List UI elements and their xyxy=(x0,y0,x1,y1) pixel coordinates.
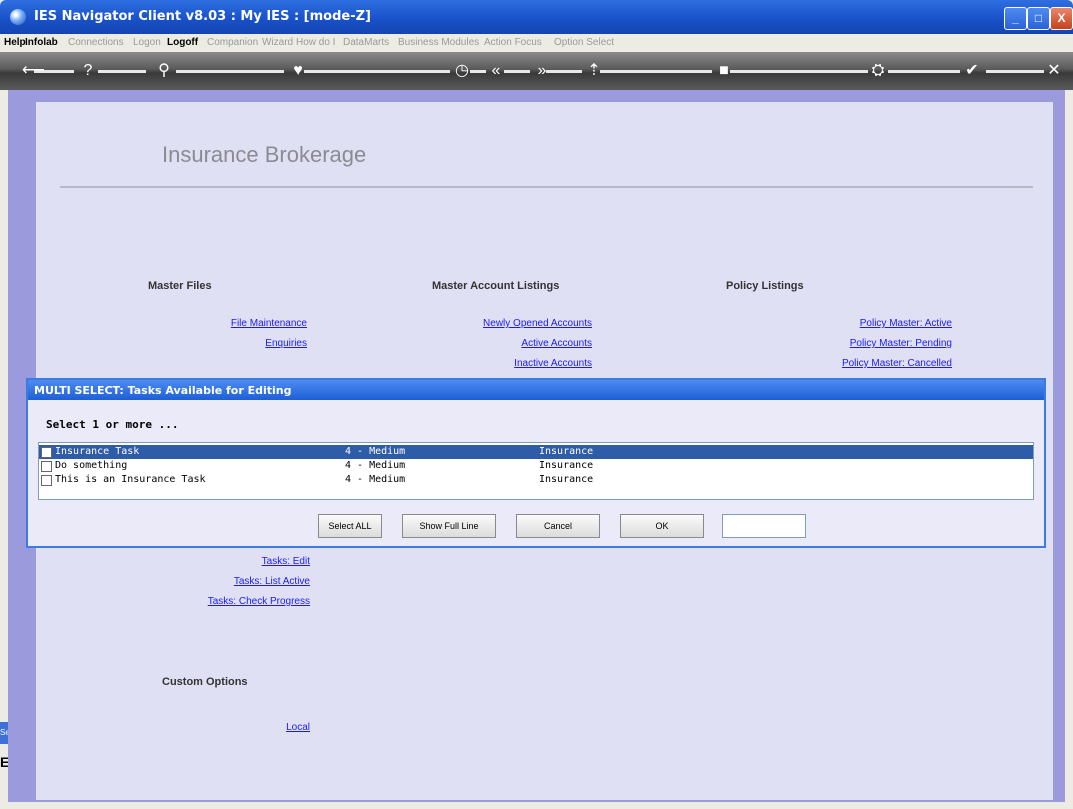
close-window-button[interactable]: X xyxy=(1050,7,1073,30)
toolbar-line xyxy=(888,70,960,73)
menu-companion[interactable]: Companion xyxy=(207,37,258,48)
close-icon[interactable]: ✕ xyxy=(1044,61,1064,81)
list-item[interactable]: Do something 4 - Medium Insurance xyxy=(39,459,1033,473)
dialog-title: MULTI SELECT: Tasks Available for Editin… xyxy=(34,384,292,397)
link-policy-master-cancelled[interactable]: Policy Master: Cancelled xyxy=(842,358,952,369)
heart-icon[interactable]: ♥ xyxy=(288,61,308,81)
toolbar-line xyxy=(600,70,712,73)
search-icon[interactable]: ⚲ xyxy=(154,61,174,81)
app-globe-icon xyxy=(10,9,26,25)
dialog-instruction: Select 1 or more ... xyxy=(46,418,179,431)
menu-how-do-i[interactable]: How do I xyxy=(296,37,335,48)
side-window-glyph: E xyxy=(0,754,8,770)
page-title: Insurance Brokerage xyxy=(162,142,367,167)
task-category: Insurance xyxy=(539,460,594,471)
back-icon[interactable]: ⟵ xyxy=(22,61,45,81)
toolbar: ⟵ ? ⚲ ♥ ◷ « » ⇡ ■ ⛭ ✔ ✕ xyxy=(0,52,1073,90)
task-name: This is an Insurance Task xyxy=(55,474,206,485)
link-active-accounts[interactable]: Active Accounts xyxy=(521,338,592,349)
task-list[interactable]: Insurance Task 4 - Medium Insurance Do s… xyxy=(38,442,1034,500)
toolbar-line xyxy=(504,70,530,73)
link-local[interactable]: Local xyxy=(286,722,310,733)
toolbar-line xyxy=(730,70,868,73)
menu-option-select[interactable]: Option Select xyxy=(554,37,614,48)
next-icon[interactable]: » xyxy=(532,61,552,81)
link-enquiries[interactable]: Enquiries xyxy=(265,338,307,349)
master-files-header: Master Files xyxy=(148,280,212,292)
up-icon[interactable]: ⇡ xyxy=(584,61,604,81)
title-divider xyxy=(60,186,1033,188)
menu-help[interactable]: Help xyxy=(4,37,26,48)
toolbar-line xyxy=(98,70,146,73)
window-title: IES Navigator Client v8.03 : My IES : [m… xyxy=(34,9,371,24)
title-bar: IES Navigator Client v8.03 : My IES : [m… xyxy=(0,0,1073,34)
ok-button[interactable]: OK xyxy=(620,514,704,538)
row-checkbox[interactable] xyxy=(41,447,52,458)
link-tasks-list-active[interactable]: Tasks: List Active xyxy=(234,576,310,587)
menu-bar: Help Infolab Connections Logon Logoff Co… xyxy=(0,34,1073,52)
toolbar-line xyxy=(470,70,486,73)
menu-logon[interactable]: Logon xyxy=(133,37,161,48)
cancel-button[interactable]: Cancel xyxy=(516,514,600,538)
help-icon[interactable]: ? xyxy=(78,61,98,81)
link-policy-master-pending[interactable]: Policy Master: Pending xyxy=(850,338,952,349)
task-priority: 4 - Medium xyxy=(345,474,406,485)
task-name: Insurance Task xyxy=(55,446,140,457)
menu-business-modules[interactable]: Business Modules xyxy=(398,37,479,48)
maximize-button[interactable]: □ xyxy=(1027,7,1050,30)
side-window-tab[interactable]: Se xyxy=(0,722,8,744)
master-account-listings-header: Master Account Listings xyxy=(432,280,560,292)
menu-logoff[interactable]: Logoff xyxy=(167,37,198,48)
task-category: Insurance xyxy=(539,446,594,457)
row-checkbox[interactable] xyxy=(41,461,52,472)
custom-options-header: Custom Options xyxy=(162,676,248,688)
menu-infolab[interactable]: Infolab xyxy=(25,37,58,48)
multi-select-dialog: MULTI SELECT: Tasks Available for Editin… xyxy=(26,378,1046,548)
toolbar-line xyxy=(986,70,1044,73)
settings-icon[interactable]: ⛭ xyxy=(868,61,888,81)
menu-datamarts[interactable]: DataMarts xyxy=(343,37,389,48)
task-name: Do something xyxy=(55,460,128,471)
clock-icon[interactable]: ◷ xyxy=(452,61,472,81)
link-tasks-check-progress[interactable]: Tasks: Check Progress xyxy=(208,596,310,607)
toolbar-line xyxy=(304,70,450,73)
previous-icon[interactable]: « xyxy=(486,61,506,81)
toolbar-line xyxy=(176,70,284,73)
check-icon[interactable]: ✔ xyxy=(962,61,982,81)
task-priority: 4 - Medium xyxy=(345,446,406,457)
show-full-line-button[interactable]: Show Full Line xyxy=(402,514,496,538)
link-policy-master-active[interactable]: Policy Master: Active xyxy=(860,318,952,329)
link-inactive-accounts[interactable]: Inactive Accounts xyxy=(514,358,592,369)
minimize-button[interactable]: _ xyxy=(1004,7,1027,30)
stop-icon[interactable]: ■ xyxy=(714,61,734,81)
menu-action-focus[interactable]: Action Focus xyxy=(484,37,542,48)
policy-listings-header: Policy Listings xyxy=(726,280,804,292)
dialog-title-bar: MULTI SELECT: Tasks Available for Editin… xyxy=(28,380,1044,400)
task-priority: 4 - Medium xyxy=(345,460,406,471)
menu-wizard[interactable]: Wizard xyxy=(262,37,293,48)
task-category: Insurance xyxy=(539,474,594,485)
dialog-text-input[interactable] xyxy=(722,514,806,538)
row-checkbox[interactable] xyxy=(41,475,52,486)
select-all-button[interactable]: Select ALL xyxy=(318,514,382,538)
link-file-maintenance[interactable]: File Maintenance xyxy=(231,318,307,329)
list-item[interactable]: This is an Insurance Task 4 - Medium Ins… xyxy=(39,473,1033,487)
link-tasks-edit[interactable]: Tasks: Edit xyxy=(262,556,310,567)
menu-connections[interactable]: Connections xyxy=(68,37,124,48)
link-newly-opened-accounts[interactable]: Newly Opened Accounts xyxy=(483,318,592,329)
list-item[interactable]: Insurance Task 4 - Medium Insurance xyxy=(39,445,1033,459)
